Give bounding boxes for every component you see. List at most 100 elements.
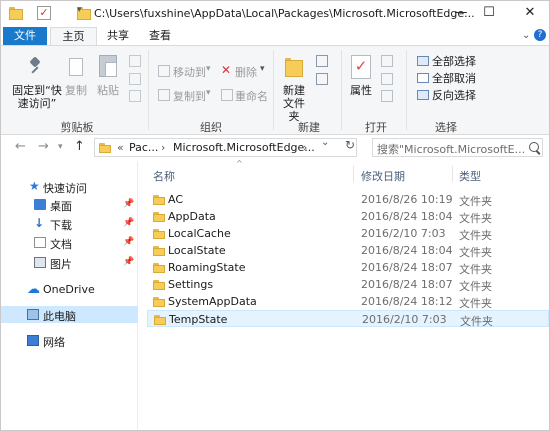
easy-access-icon[interactable] [316, 73, 328, 85]
cut-icon[interactable] [129, 55, 141, 67]
select-none-button[interactable]: 全部取消 [432, 70, 476, 86]
select-all-button[interactable]: 全部选择 [432, 53, 476, 69]
breadcrumb-separator-end[interactable]: › [303, 141, 307, 154]
new-folder-button[interactable]: 新建文件夹 [278, 84, 310, 123]
address-bar[interactable]: « Pac... › Microsoft.MicrosoftEdge... › [94, 138, 357, 157]
list-item[interactable]: AC 2016/8/26 10:19 文件夹 [147, 191, 549, 208]
folder-icon [153, 245, 165, 256]
folder-icon [154, 314, 166, 325]
close-button[interactable]: ✕ [520, 4, 540, 22]
select-all-icon [417, 56, 429, 66]
edit-icon[interactable] [381, 73, 393, 85]
up-button[interactable]: ↑ [74, 139, 85, 154]
file-explorer-window: ✓ ▾ C:\Users\fuxshine\AppData\Local\Pack… [0, 0, 550, 431]
move-to-button[interactable]: 移动到 [173, 64, 206, 80]
folder-icon [153, 296, 165, 307]
invert-selection-button[interactable]: 反向选择 [432, 87, 476, 103]
organize-group-label: 组织 [200, 121, 222, 134]
pin-icon[interactable]: 📌 [123, 257, 134, 267]
list-item[interactable]: TempState 2016/2/10 7:03 文件夹 [147, 310, 549, 328]
maximize-button[interactable]: ☐ [479, 4, 499, 22]
open-icon[interactable] [381, 55, 393, 67]
list-item[interactable]: LocalState 2016/8/24 18:04 文件夹 [147, 242, 549, 259]
breadcrumb-current[interactable]: Microsoft.MicrosoftEdge... [173, 141, 315, 154]
delete-button[interactable]: 删除 [235, 64, 257, 80]
properties-icon: ✓ [351, 55, 371, 79]
address-folder-icon [99, 142, 111, 153]
folder-icon[interactable] [9, 6, 23, 20]
pictures-icon [34, 257, 46, 268]
breadcrumb-overflow[interactable]: « [117, 141, 124, 154]
pin-icon[interactable]: 📌 [123, 218, 134, 228]
nav-item-this-pc[interactable]: 此电脑 [1, 306, 138, 323]
nav-item-desktop[interactable]: 桌面 📌 [1, 196, 138, 213]
folder-icon [153, 194, 165, 205]
paste-button[interactable]: 粘贴 [94, 84, 122, 97]
properties-quick-icon[interactable]: ✓ [37, 6, 51, 20]
copy-to-button[interactable]: 复制到 [173, 88, 206, 104]
delete-dropdown-icon[interactable]: ▾ [260, 64, 265, 74]
file-modified: 2016/8/24 18:07 [361, 278, 453, 291]
column-header-modified[interactable]: 修改日期 [361, 168, 405, 184]
move-to-dropdown-icon[interactable]: ▾ [206, 64, 211, 74]
nav-item-onedrive[interactable]: ☁ OneDrive [1, 281, 138, 298]
list-item[interactable]: LocalCache 2016/2/10 7:03 文件夹 [147, 225, 549, 242]
ribbon-tabs: 文件 主页 共享 查看 ⌄ ? [1, 27, 549, 45]
chevron-down-icon[interactable]: ⌄ [522, 30, 530, 41]
download-icon: ↓ [34, 216, 45, 230]
history-icon[interactable] [381, 90, 393, 102]
copy-path-icon[interactable] [129, 73, 141, 85]
list-item[interactable]: AppData 2016/8/24 18:04 文件夹 [147, 208, 549, 225]
copy-to-dropdown-icon[interactable]: ▾ [206, 88, 211, 98]
folder-icon [153, 262, 165, 273]
nav-label: 下载 [50, 219, 72, 232]
column-header-type[interactable]: 类型 [459, 168, 481, 184]
invert-selection-icon [417, 90, 429, 100]
back-button[interactable]: ← [15, 139, 26, 154]
column-header-name[interactable]: 名称 [153, 168, 175, 184]
nav-item-documents[interactable]: 文档 📌 [1, 234, 138, 251]
file-list: ^ 名称 修改日期 类型 AC 2016/8/26 10:19 文件夹 AppD… [139, 159, 549, 430]
paste-icon [99, 55, 117, 77]
copy-button[interactable]: 复制 [63, 84, 89, 97]
properties-button[interactable]: 属性 [346, 84, 376, 97]
quick-access-toolbar-dropdown-icon[interactable]: ▾ [77, 5, 82, 15]
new-item-icon[interactable] [316, 55, 328, 67]
file-name: TempState [169, 313, 228, 326]
address-dropdown-icon[interactable]: ⌄ [321, 137, 329, 148]
nav-item-pictures[interactable]: 图片 📌 [1, 254, 138, 271]
list-item[interactable]: SystemAppData 2016/8/24 18:12 文件夹 [147, 293, 549, 310]
folder-icon [153, 279, 165, 290]
forward-button[interactable]: → [38, 139, 49, 154]
move-to-icon [158, 65, 170, 77]
search-icon[interactable] [529, 142, 539, 152]
tab-view[interactable]: 查看 [141, 27, 179, 45]
tab-home[interactable]: 主页 [50, 27, 97, 45]
list-item[interactable]: Settings 2016/8/24 18:07 文件夹 [147, 276, 549, 293]
help-icon[interactable]: ? [534, 29, 546, 41]
recent-locations-icon[interactable]: ▾ [58, 142, 63, 152]
breadcrumb-separator[interactable]: › [161, 141, 165, 154]
pin-icon[interactable]: 📌 [123, 199, 134, 209]
pin-icon[interactable]: 📌 [123, 237, 134, 247]
select-none-icon [417, 73, 429, 83]
tab-file[interactable]: 文件 [3, 27, 47, 45]
list-item[interactable]: RoamingState 2016/8/24 18:07 文件夹 [147, 259, 549, 276]
select-group-label: 选择 [435, 121, 457, 134]
tab-share[interactable]: 共享 [101, 27, 135, 45]
new-group-label: 新建 [298, 121, 320, 134]
file-modified: 2016/2/10 7:03 [362, 313, 447, 326]
rename-button[interactable]: 重命名 [235, 88, 268, 104]
search-input[interactable]: 搜索"Microsoft.MicrosoftE... [372, 138, 543, 157]
copy-icon [69, 58, 83, 76]
minimize-button[interactable]: — [451, 4, 471, 22]
paste-shortcut-icon[interactable] [129, 90, 141, 102]
window-title: C:\Users\fuxshine\AppData\Local\Packages… [94, 7, 475, 20]
refresh-icon[interactable]: ↻ [345, 138, 355, 152]
nav-item-network[interactable]: 网络 [1, 332, 138, 349]
file-type: 文件夹 [459, 212, 492, 225]
breadcrumb-packages[interactable]: Pac... [129, 141, 158, 154]
nav-item-quick-access[interactable]: ★ 快速访问 [1, 178, 138, 195]
pin-to-quick-access-button[interactable]: 固定到“快速访问” [9, 84, 65, 110]
nav-item-downloads[interactable]: ↓ 下载 📌 [1, 215, 138, 232]
